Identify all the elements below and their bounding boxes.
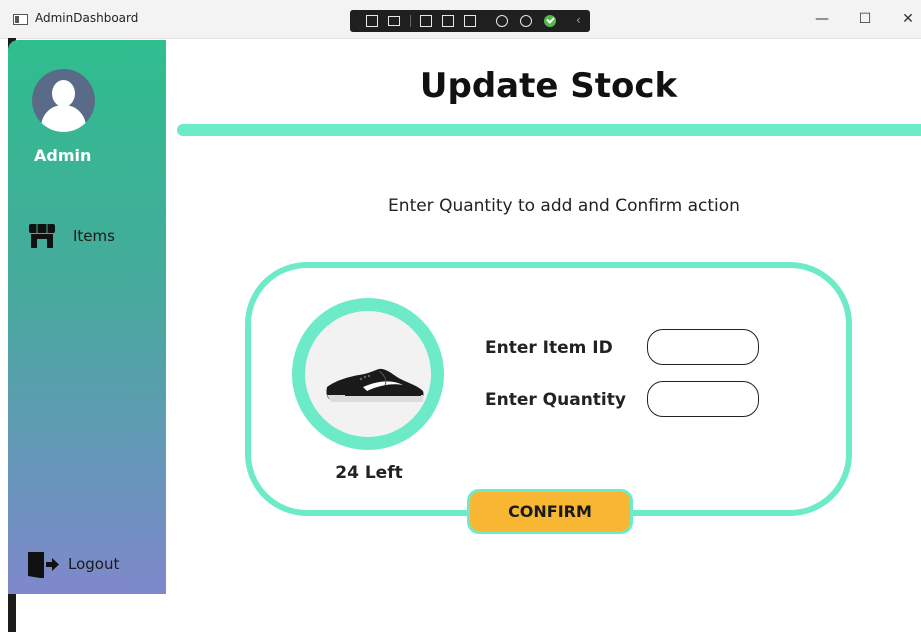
toolbar-separator <box>410 15 411 27</box>
instruction-text: Enter Quantity to add and Confirm action <box>388 196 740 216</box>
item-image <box>305 311 431 437</box>
maximize-button[interactable]: ☐ <box>855 10 875 28</box>
logout-button[interactable]: Logout <box>26 550 146 582</box>
checker-ok-icon[interactable] <box>544 15 556 27</box>
page-title: Update Stock <box>419 66 678 106</box>
debug-toolbar: ‹ <box>350 10 590 32</box>
quantity-input[interactable] <box>647 381 759 417</box>
select-element-icon[interactable] <box>420 15 432 27</box>
close-button[interactable]: ✕ <box>898 10 918 28</box>
record-icon[interactable] <box>388 16 400 26</box>
item-image-frame <box>292 298 444 450</box>
sidebar-item-label: Items <box>73 227 115 245</box>
window-titlebar: AdminDashboard ‹ — ☐ ✕ <box>0 0 921 39</box>
accessibility-icon[interactable] <box>520 15 532 27</box>
track-focus-icon[interactable] <box>464 15 476 27</box>
title-underline <box>177 124 921 136</box>
display-layout-icon[interactable] <box>442 15 454 27</box>
confirm-button[interactable]: CONFIRM <box>467 489 633 534</box>
minimize-button[interactable]: — <box>812 10 832 28</box>
store-icon <box>29 224 55 248</box>
item-id-label: Enter Item ID <box>485 338 613 358</box>
sidebar-item-items[interactable]: Items <box>28 223 148 253</box>
shoe-image <box>326 368 424 402</box>
item-id-input[interactable] <box>647 329 759 365</box>
quantity-label: Enter Quantity <box>485 390 626 410</box>
sidebar: Admin Items Logout <box>8 40 166 594</box>
avatar-body <box>41 105 86 132</box>
user-name: Admin <box>34 146 92 165</box>
logout-label: Logout <box>68 555 120 573</box>
avatar-head <box>52 80 75 107</box>
hot-reload-icon[interactable] <box>496 15 508 27</box>
logout-icon <box>28 552 59 578</box>
window-title: AdminDashboard <box>35 11 139 25</box>
collapse-chevron-icon[interactable]: ‹ <box>576 13 581 27</box>
stock-remaining: 24 Left <box>335 463 403 483</box>
avatar <box>32 69 95 132</box>
app-icon <box>13 14 28 25</box>
live-tree-icon[interactable] <box>366 15 378 27</box>
